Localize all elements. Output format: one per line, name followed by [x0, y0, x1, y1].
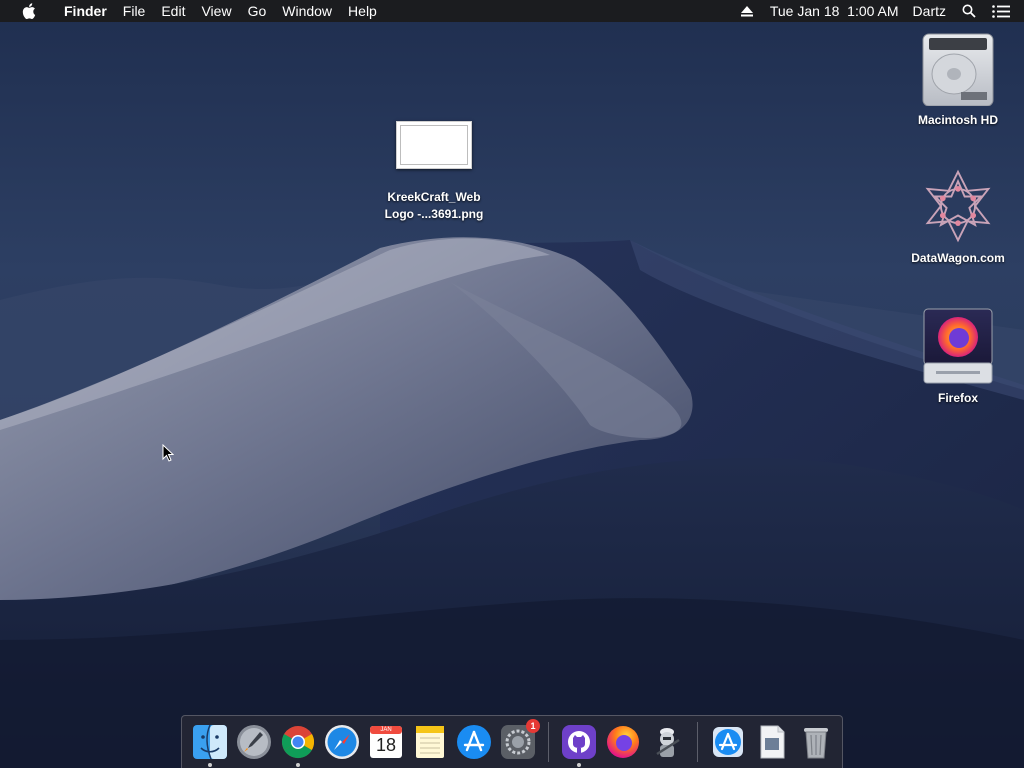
desktop-file-label: KreekCraft_Web Logo -...3691.png: [385, 189, 484, 223]
running-indicator: [208, 763, 212, 767]
menu-bar: Finder File Edit View Go Window Help Tue…: [0, 0, 1024, 22]
menu-app-finder[interactable]: Finder: [56, 0, 115, 22]
calendar-month: JAN: [380, 727, 392, 733]
github-icon: [562, 725, 596, 759]
file-label-line1: KreekCraft_Web: [387, 190, 481, 204]
dock-document[interactable]: [753, 723, 791, 761]
desktop-disk-firefox[interactable]: Firefox: [903, 308, 1013, 407]
automator-icon: [656, 728, 680, 757]
dock: JAN 18 1: [181, 715, 843, 768]
dock-github-desktop[interactable]: [560, 723, 598, 767]
dock-chrome[interactable]: [279, 723, 317, 767]
notification-center-icon[interactable]: [992, 2, 1010, 20]
apple-icon[interactable]: [20, 2, 38, 20]
desktop-item-datawagon[interactable]: DataWagon.com: [903, 168, 1013, 267]
desktop-file-kreekcraft-logo[interactable]: KreekCraft_Web Logo -...3691.png: [379, 107, 489, 223]
file-label-line2: Logo -...3691.png: [384, 207, 484, 221]
finder-icon: [193, 724, 227, 760]
mouse-pointer-icon: [162, 444, 174, 462]
menu-file[interactable]: File: [115, 0, 154, 22]
dock-downloads[interactable]: [709, 723, 747, 761]
png-file-icon: [396, 107, 472, 183]
desktop-wallpaper: [0, 0, 1024, 768]
menu-help[interactable]: Help: [340, 0, 385, 22]
menu-go[interactable]: Go: [240, 0, 275, 22]
launchpad-icon: [237, 725, 271, 759]
dock-separator: [697, 722, 698, 762]
calendar-day: 18: [375, 735, 397, 755]
app-store-download-icon: [713, 727, 743, 757]
firefox-disk-image-icon: [920, 308, 996, 384]
notes-icon: [416, 726, 444, 758]
running-indicator: [296, 763, 300, 767]
desktop: KreekCraft_Web Logo -...3691.png Macinto…: [0, 0, 1024, 768]
dock-separator: [548, 722, 549, 762]
document-icon: [760, 725, 785, 759]
trash-icon: [804, 728, 828, 759]
firefox-icon: [607, 726, 639, 758]
dock-firefox[interactable]: [604, 723, 642, 761]
datawagon-label: DataWagon.com: [911, 251, 1005, 265]
safari-icon: [325, 725, 359, 759]
desktop-drive-macintosh-hd[interactable]: Macintosh HD: [903, 30, 1013, 129]
eject-icon[interactable]: [738, 2, 756, 20]
dock-app-store[interactable]: [455, 723, 493, 761]
app-store-icon: [457, 725, 491, 759]
running-indicator: [577, 763, 581, 767]
menu-window[interactable]: Window: [274, 0, 340, 22]
notification-badge: 1: [526, 719, 540, 733]
dock-safari[interactable]: [323, 723, 361, 761]
dock-launchpad[interactable]: [235, 723, 273, 761]
spotlight-search-icon[interactable]: [960, 2, 978, 20]
clock[interactable]: Tue Jan 18 1:00 AM: [763, 0, 906, 22]
datawagon-logo-icon: [920, 168, 996, 244]
dock-finder[interactable]: [191, 723, 229, 767]
firefox-label: Firefox: [937, 391, 978, 405]
menu-view[interactable]: View: [193, 0, 239, 22]
menu-edit[interactable]: Edit: [153, 0, 193, 22]
user-menu[interactable]: Dartz: [906, 0, 953, 22]
drive-label: Macintosh HD: [917, 113, 998, 127]
dock-notes[interactable]: [411, 723, 449, 761]
chrome-icon: [281, 726, 315, 759]
dock-system-preferences[interactable]: 1: [499, 719, 540, 761]
dock-trash[interactable]: [797, 723, 835, 761]
dock-automator[interactable]: [648, 723, 686, 761]
hard-drive-icon: [920, 30, 996, 106]
dock-calendar[interactable]: JAN 18: [367, 723, 405, 761]
